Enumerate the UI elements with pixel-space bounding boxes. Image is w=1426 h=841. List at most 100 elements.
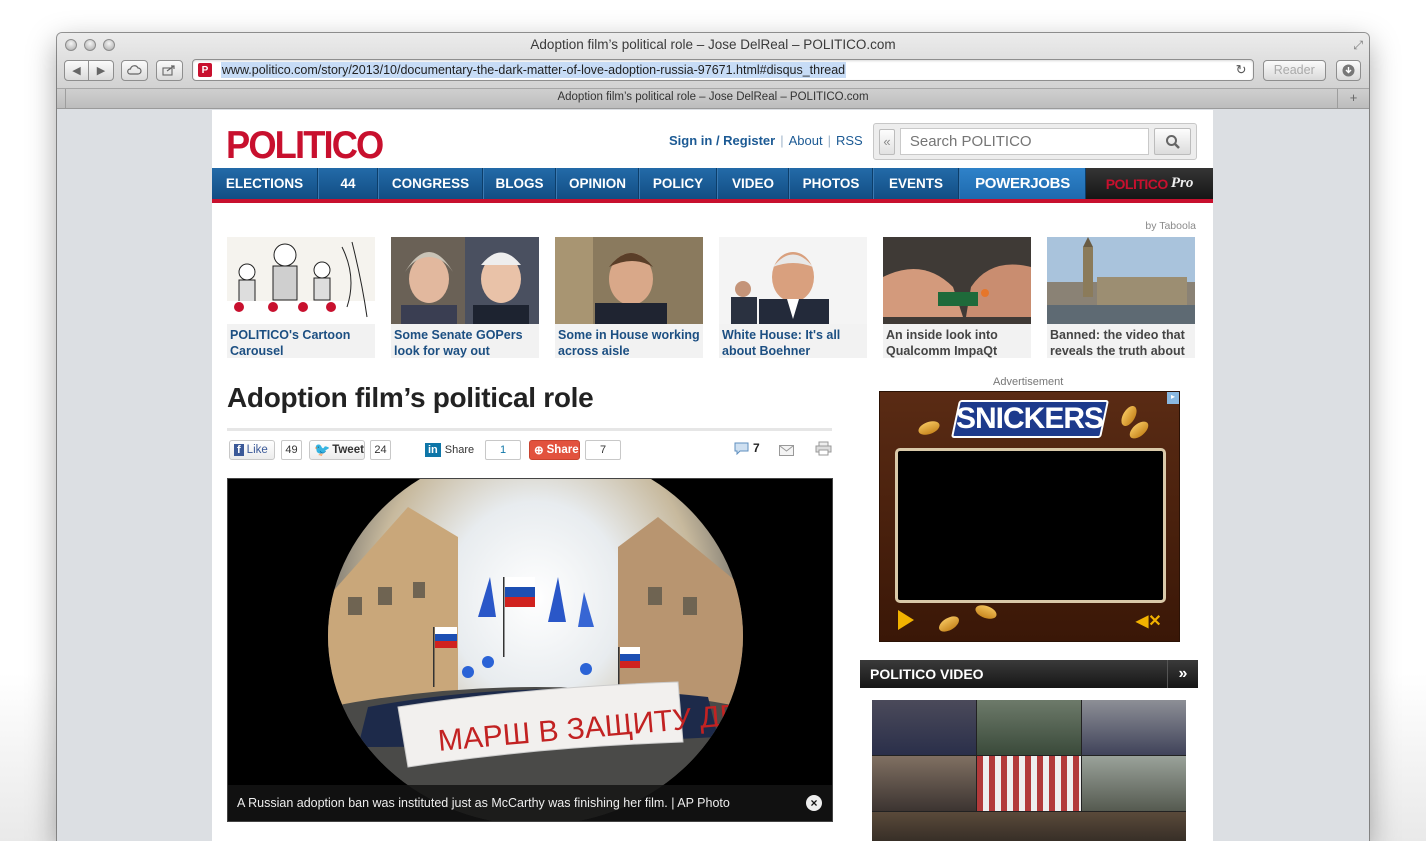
pro-suffix: Pro: [1170, 175, 1194, 191]
share-button[interactable]: [155, 59, 183, 81]
search-icon: [1165, 134, 1180, 149]
headline-divider: [227, 428, 832, 431]
tweet-button[interactable]: 🐦 Tweet: [309, 440, 365, 460]
nav-blogs[interactable]: BLOGS: [483, 168, 556, 199]
snickers-ad[interactable]: ▸ SNICKERS ◀✕: [879, 391, 1180, 642]
card-caption: An inside look into Qualcomm ImpaQt: [886, 328, 998, 358]
main-nav: ELECTIONS 44 CONGRESS BLOGS OPINION POLI…: [212, 168, 1213, 203]
card-thumbnail: [719, 237, 867, 324]
nav-elections[interactable]: ELECTIONS: [212, 168, 318, 199]
share-count: 7: [585, 440, 621, 460]
facebook-like-button[interactable]: f Like: [229, 440, 275, 460]
print-icon[interactable]: [815, 441, 832, 461]
politico-favicon: P: [197, 63, 212, 77]
search-collapse-icon[interactable]: «: [879, 128, 895, 155]
taboola-card[interactable]: Banned: the video that reveals the truth…: [1047, 237, 1195, 358]
politico-video-header: POLITICO VIDEO »: [860, 660, 1198, 688]
search-box: «: [873, 123, 1197, 160]
back-button[interactable]: ◀: [64, 59, 89, 81]
video-more-button[interactable]: »: [1167, 660, 1198, 688]
nav-congress[interactable]: CONGRESS: [378, 168, 483, 199]
url-text[interactable]: www.politico.com/story/2013/10/documenta…: [220, 62, 847, 78]
search-button[interactable]: [1154, 128, 1191, 155]
linkedin-count: 1: [485, 440, 521, 460]
signin-link[interactable]: Sign in / Register: [669, 133, 775, 148]
taboola-card[interactable]: Some in House working across aisle: [555, 237, 703, 358]
nav-44[interactable]: 44: [318, 168, 378, 199]
reader-button[interactable]: Reader: [1262, 59, 1326, 81]
title-bar: Adoption film’s political role – Jose De…: [57, 33, 1369, 89]
taboola-card[interactable]: Some Senate GOPers look for way out: [391, 237, 539, 358]
address-bar[interactable]: P www.politico.com/story/2013/10/documen…: [191, 59, 1254, 81]
plus-icon: ⊕: [534, 445, 544, 457]
nav-video[interactable]: VIDEO: [717, 168, 789, 199]
taboola-credit[interactable]: by Taboola: [1145, 220, 1196, 232]
comment-bubble-icon: [734, 442, 749, 455]
browser-toolbar: ◀ ▶ P www.politico.com/story/2013/10/doc…: [64, 58, 1361, 82]
tab-active[interactable]: Adoption film’s political role – Jose De…: [57, 91, 1369, 103]
close-caption-icon[interactable]: ×: [806, 795, 822, 811]
nav-events[interactable]: EVENTS: [873, 168, 959, 199]
nav-politico-pro[interactable]: POLITICO Pro: [1086, 168, 1213, 199]
card-caption: Some Senate GOPers look for way out: [394, 328, 523, 358]
download-icon: [1342, 64, 1355, 76]
browser-window: Adoption film’s political role – Jose De…: [57, 33, 1369, 841]
forward-button[interactable]: ▶: [89, 59, 114, 81]
nav-powerjobs[interactable]: POWERJOBS: [959, 168, 1086, 199]
video-section-title: POLITICO VIDEO: [870, 666, 984, 682]
ad-label: Advertisement: [993, 376, 1064, 388]
politico-page: POLITICO Sign in / Register | About | RS…: [212, 110, 1213, 841]
play-icon[interactable]: [898, 610, 914, 630]
reload-icon[interactable]: ↻: [1236, 62, 1247, 78]
taboola-card[interactable]: POLITICO's Cartoon Carousel: [227, 237, 375, 358]
card-thumbnail: [555, 237, 703, 324]
email-icon[interactable]: [779, 443, 794, 461]
ad-video-screen[interactable]: [895, 448, 1166, 603]
downloads-button[interactable]: [1335, 59, 1361, 81]
search-input[interactable]: [899, 128, 1150, 155]
tab-bar: Adoption film’s political role – Jose De…: [57, 89, 1369, 109]
facebook-count: 49: [281, 440, 302, 460]
video-thumbnail-grid[interactable]: [872, 700, 1186, 841]
linkedin-share-button[interactable]: in Share: [421, 440, 478, 460]
page-viewport: POLITICO Sign in / Register | About | RS…: [57, 110, 1369, 841]
about-link[interactable]: About: [789, 133, 823, 148]
taboola-card[interactable]: An inside look into Qualcomm ImpaQt: [883, 237, 1031, 358]
ad-choices-icon[interactable]: ▸: [1167, 392, 1179, 404]
card-thumbnail: [1047, 237, 1195, 324]
twitter-bird-icon: 🐦: [314, 442, 331, 457]
mute-icon[interactable]: ◀✕: [1136, 611, 1162, 631]
protest-photo: МАРШ В ЗАЩИТУ ДЕТЕЙ: [328, 479, 743, 821]
linkedin-icon: in: [425, 443, 441, 457]
card-caption: Some in House working across aisle: [558, 328, 700, 358]
article-headline: Adoption film’s political role: [227, 382, 594, 413]
nav-photos[interactable]: PHOTOS: [789, 168, 873, 199]
nav-buttons: ◀ ▶: [64, 59, 114, 81]
share-icon: [162, 64, 176, 76]
new-tab-button[interactable]: +: [1337, 89, 1369, 108]
politico-logo[interactable]: POLITICO: [226, 124, 384, 168]
comments-link[interactable]: 7: [734, 441, 760, 455]
nav-opinion[interactable]: OPINION: [556, 168, 639, 199]
photo-caption: A Russian adoption ban was instituted ju…: [228, 785, 832, 821]
cloud-icon: [127, 65, 142, 75]
card-caption: POLITICO's Cartoon Carousel: [230, 328, 351, 358]
snickers-logo: SNICKERS: [950, 400, 1110, 438]
window-title: Adoption film’s political role – Jose De…: [530, 37, 896, 52]
taboola-card[interactable]: White House: It's all about Boehner: [719, 237, 867, 358]
nav-policy[interactable]: POLICY: [639, 168, 717, 199]
pro-brand: POLITICO: [1105, 175, 1169, 192]
card-thumbnail: [391, 237, 539, 324]
card-thumbnail: [883, 237, 1031, 324]
fullscreen-icon[interactable]: ⤢: [1353, 38, 1363, 53]
article-photo: МАРШ В ЗАЩИТУ ДЕТЕЙ A Russian adoption b…: [227, 478, 833, 822]
tweet-count: 24: [370, 440, 391, 460]
card-thumbnail: [227, 237, 375, 324]
photo-caption-text: A Russian adoption ban was instituted ju…: [237, 796, 730, 810]
icloud-tabs-button[interactable]: [121, 59, 148, 81]
rss-link[interactable]: RSS: [836, 133, 863, 148]
card-caption: Banned: the video that reveals the truth…: [1050, 328, 1185, 358]
header-links: Sign in / Register | About | RSS: [669, 133, 863, 148]
share-plus-button[interactable]: ⊕ Share: [529, 440, 580, 460]
share-toolbar: f Like 49 🐦 Tweet 24 in Share 1 ⊕ Share: [229, 440, 834, 462]
